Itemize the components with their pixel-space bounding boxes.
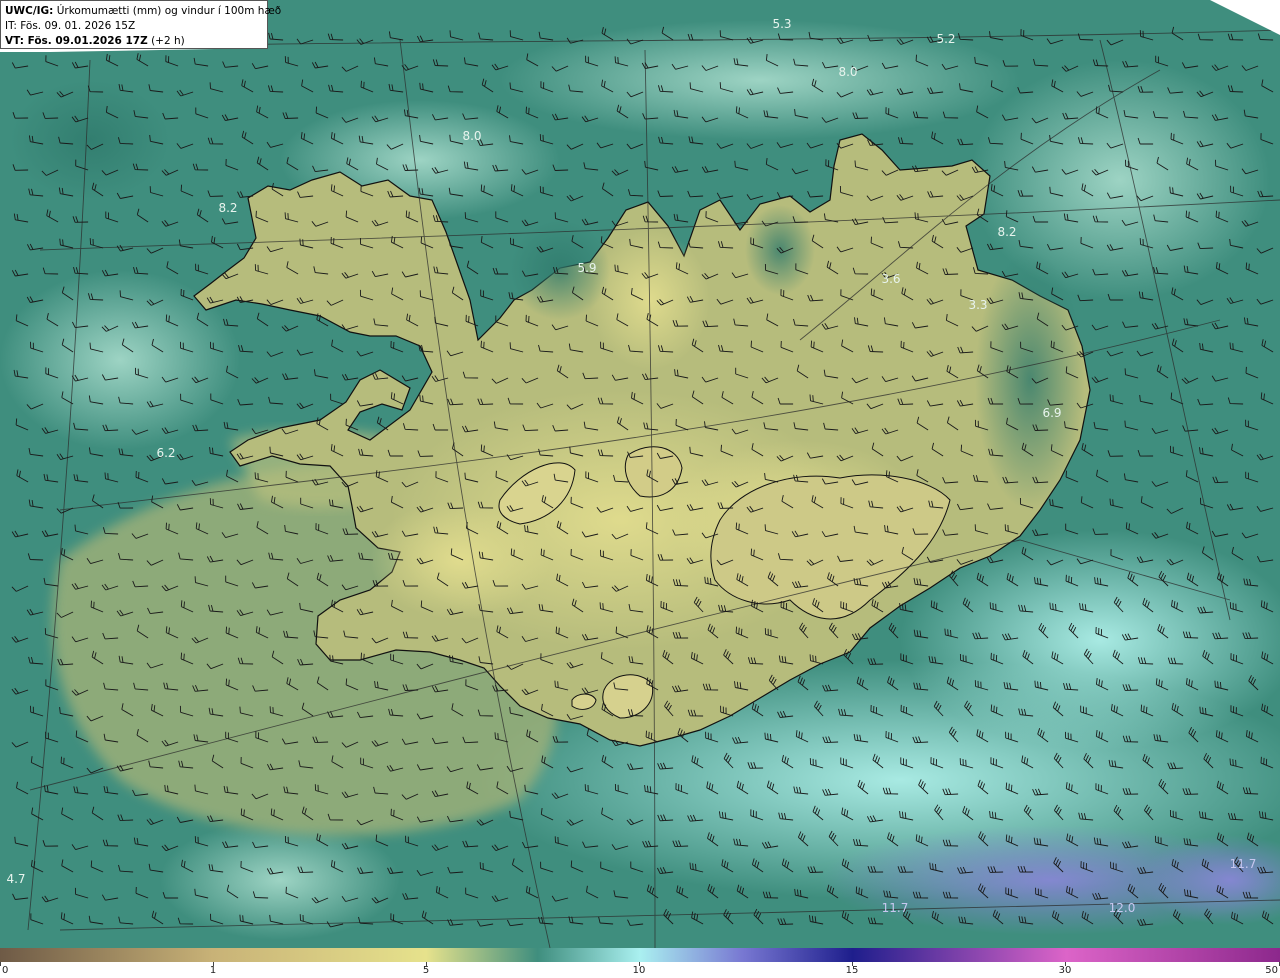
- map-value-label: 4.7: [6, 872, 25, 886]
- precipitation-wind-map[interactable]: 5.3 5.2 8.0 8.0 8.2 5.9 3.6 8.2 3.3 6.9 …: [0, 0, 1280, 948]
- map-value-label: 5.3: [772, 17, 791, 31]
- map-value-label: 8.0: [838, 65, 857, 79]
- colorbar-tick-label: 0: [2, 965, 9, 976]
- colorbar-tick-label: 5: [422, 965, 430, 976]
- map-value-label: 12.0: [1109, 901, 1136, 915]
- dry-area: [10, 80, 170, 200]
- model-domain: [0, 0, 1280, 948]
- product-code: UWC/IG:: [5, 5, 54, 17]
- precip-area: [160, 820, 400, 940]
- forecast-info-box: UWC/IG: Úrkomumætti (mm) og vindur í 100…: [0, 0, 281, 49]
- wet-fringe: [745, 205, 815, 295]
- lead-time: (+2 h): [147, 35, 185, 47]
- map-value-label: 11.7: [1230, 857, 1257, 871]
- map-value-label: 8.0: [462, 129, 481, 143]
- colorbar-tick-label: 15: [845, 965, 859, 976]
- map-value-label: 6.2: [156, 446, 175, 460]
- colorbar-tick-label: 30: [1058, 965, 1072, 976]
- map-value-label: 3.3: [968, 298, 987, 312]
- wet-fringe: [975, 250, 1085, 510]
- map-value-label: 8.2: [997, 225, 1016, 239]
- map-value-label: 5.2: [936, 32, 955, 46]
- map-value-label: 5.9: [577, 261, 596, 275]
- colorbar-tick-label: 50: [1265, 965, 1278, 976]
- colorbar-tick-label: 1: [209, 965, 217, 976]
- product-title: UWC/IG: Úrkomumætti (mm) og vindur í 100…: [5, 4, 281, 19]
- map-value-label: 8.2: [218, 201, 237, 215]
- map-value-label: 11.7: [882, 901, 909, 915]
- precipitation-colorbar: 0 1 5 10 15 30 50: [0, 948, 1280, 978]
- colorbar-strip: [0, 948, 1280, 962]
- map-value-label: 6.9: [1042, 406, 1061, 420]
- map-value-label: 3.6: [881, 272, 900, 286]
- initial-time: IT: Fös. 09. 01. 2026 15Z: [5, 20, 136, 32]
- product-description: Úrkomumætti (mm) og vindur í 100m hæð: [53, 5, 282, 17]
- valid-time-label: VT: Fös. 09.01.2026 17Z: [5, 35, 148, 47]
- colorbar-tick-label: 10: [632, 965, 646, 976]
- valid-time: VT: Fös. 09.01.2026 17Z (+2 h): [5, 34, 263, 49]
